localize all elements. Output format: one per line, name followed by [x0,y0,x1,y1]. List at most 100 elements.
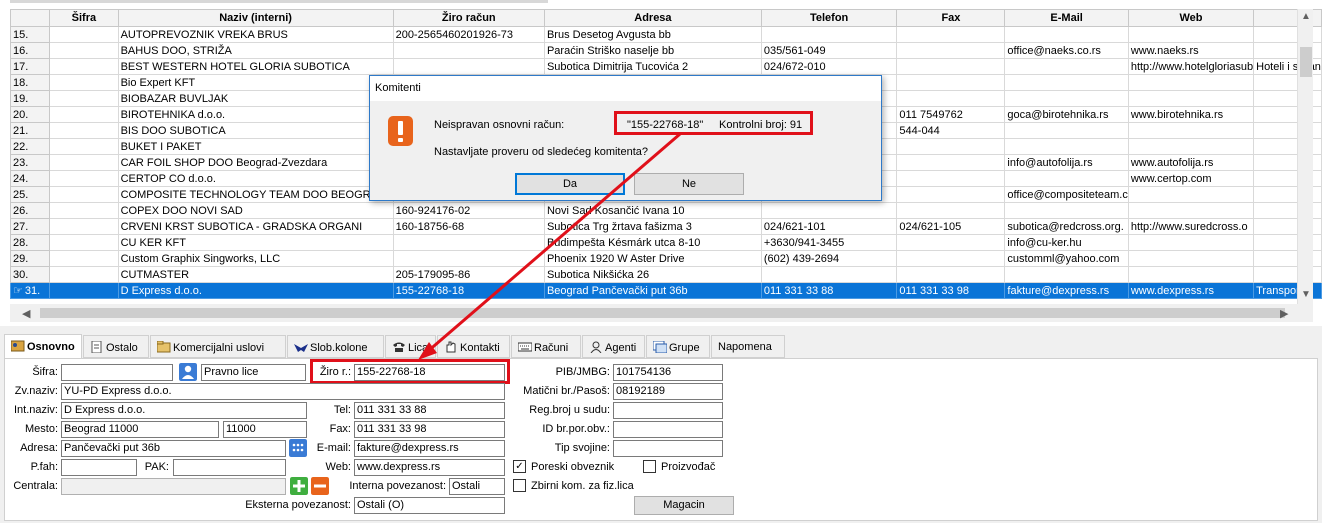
column-header[interactable]: Fax [896,9,1006,27]
tab-agenti[interactable]: Agenti [582,335,645,358]
column-header[interactable]: E-Mail [1004,9,1129,27]
table-cell[interactable]: Beograd Pančevački put 36b [543,282,762,299]
pfah-input[interactable] [61,459,137,476]
pak-input[interactable] [173,459,286,476]
table-cell[interactable]: COPEX DOO NOVI SAD [117,202,394,219]
sifra-input[interactable] [61,364,173,381]
table-cell[interactable] [1004,90,1129,107]
table-cell[interactable] [896,154,1006,171]
table-cell[interactable] [896,58,1006,75]
interna-select[interactable]: Ostali [449,478,505,495]
remove-icon[interactable] [311,477,329,495]
table-cell[interactable]: (602) 439-2694 [760,250,898,267]
table-cell[interactable] [392,234,545,251]
magacin-button[interactable]: Magacin [634,496,734,515]
table-cell[interactable] [1127,122,1255,139]
table-cell[interactable]: Phoenix 1920 W Aster Drive [543,250,762,267]
row-number[interactable]: 16. [9,42,51,59]
table-cell[interactable]: subotica@redcross.org. [1004,218,1129,235]
table-cell[interactable] [896,234,1006,251]
table-cell[interactable] [49,170,119,187]
eksterna-select[interactable]: Ostali (O) [354,497,505,514]
tab-komercijalni-uslovi[interactable]: Komercijalni uslovi [150,335,286,358]
table-cell[interactable] [896,250,1006,267]
table-cell[interactable]: www.birotehnika.rs [1127,106,1255,123]
scroll-left-icon[interactable]: ◀ [22,307,30,320]
table-cell[interactable] [1127,234,1255,251]
table-cell[interactable]: Budimpešta Késmárk utca 8-10 [543,234,762,251]
table-cell[interactable]: info@autofolija.rs [1004,154,1129,171]
table-cell[interactable] [896,186,1006,203]
table-cell[interactable] [896,170,1006,187]
vertical-scroll-thumb[interactable] [1300,47,1312,77]
table-cell[interactable] [392,250,545,267]
table-cell[interactable]: 200-2565460201926-73 [392,26,545,43]
table-cell[interactable] [1127,90,1255,107]
table-cell[interactable]: BAHUS DOO, STRIŽA [117,42,394,59]
table-cell[interactable] [1004,74,1129,91]
row-number[interactable]: 30. [9,266,51,283]
row-number[interactable]: 22. [9,138,51,155]
row-number[interactable]: 28. [9,234,51,251]
row-number[interactable]: 29. [9,250,51,267]
table-cell[interactable] [896,74,1006,91]
table-cell[interactable]: Brus Desetog Avgusta bb [543,26,762,43]
table-cell[interactable]: BEST WESTERN HOTEL GLORIA SUBOTICA [117,58,394,75]
column-header[interactable]: Adresa [543,9,762,27]
table-row[interactable]: 17. BEST WESTERN HOTEL GLORIA SUBOTICA Sub… [9,58,1322,75]
table-cell[interactable] [1004,266,1129,283]
table-cell[interactable] [1004,138,1129,155]
tip-lica-select[interactable]: Pravno lice [201,364,306,381]
table-cell[interactable]: Paraćin Striško naselje bb [543,42,762,59]
row-number[interactable]: 20. [9,106,51,123]
table-cell[interactable]: 035/561-049 [760,42,898,59]
add-icon[interactable] [290,477,308,495]
centrala-input[interactable] [61,478,286,495]
table-cell[interactable]: customml@yahoo.com [1004,250,1129,267]
scroll-down-icon[interactable]: ▼ [1301,289,1311,300]
row-number[interactable]: 18. [9,74,51,91]
adresa-input[interactable]: Pančevački put 36b [61,440,286,457]
table-cell[interactable] [1004,202,1129,219]
horizontal-scroll-thumb[interactable] [40,308,1285,318]
yes-button[interactable]: Da [515,173,625,195]
ptt-input[interactable]: 11000 [223,421,307,438]
table-cell[interactable]: 011 331 33 88 [760,282,898,299]
table-cell[interactable] [49,218,119,235]
table-cell[interactable]: CERTOP CO d.o.o. [117,170,394,187]
table-row[interactable]: 27. CRVENI KRST SUBOTICA - GRADSKA ORGANI… [9,218,1322,235]
table-cell[interactable]: fakture@dexpress.rs [1004,282,1129,299]
table-cell[interactable]: Subotica Nikšićka 26 [543,266,762,283]
table-cell[interactable]: office@naeks.co.rs [1004,42,1129,59]
table-cell[interactable]: www.autofolija.rs [1127,154,1255,171]
horizontal-scrollbar[interactable]: ◀ ▶ [10,304,1313,322]
table-cell[interactable] [1127,266,1255,283]
tab-kontakti[interactable]: Kontakti [437,335,510,358]
no-button[interactable]: Ne [634,173,744,195]
table-cell[interactable] [760,202,898,219]
tipsvojine-input[interactable] [613,440,723,457]
table-row[interactable]: 16. BAHUS DOO, STRIŽA Paraćin Striško nase… [9,42,1322,59]
table-cell[interactable] [896,202,1006,219]
tab-grupe[interactable]: Grupe [646,335,710,358]
proizvodjac-checkbox[interactable] [643,460,656,473]
table-cell[interactable] [49,26,119,43]
table-cell[interactable]: 544-044 [896,122,1006,139]
table-cell[interactable] [896,26,1006,43]
table-cell[interactable]: info@cu-ker.hu [1004,234,1129,251]
tab-lica[interactable]: Lica [385,335,436,358]
table-cell[interactable]: 160-18756-68 [392,218,545,235]
table-cell[interactable] [49,74,119,91]
table-cell[interactable]: CUTMASTER [117,266,394,283]
table-cell[interactable] [1127,74,1255,91]
table-row[interactable]: 30. CUTMASTER 205-179095-86 Subotica Nikšić… [9,266,1322,283]
table-cell[interactable] [49,138,119,155]
address-lookup-icon[interactable] [289,439,307,457]
table-cell[interactable]: CU KER KFT [117,234,394,251]
table-cell[interactable] [49,250,119,267]
table-cell[interactable] [1004,122,1129,139]
table-cell[interactable]: 024/621-105 [896,218,1006,235]
tab-racuni[interactable]: Računi [511,335,581,358]
table-cell[interactable] [392,42,545,59]
table-cell[interactable]: 024/672-010 [760,58,898,75]
